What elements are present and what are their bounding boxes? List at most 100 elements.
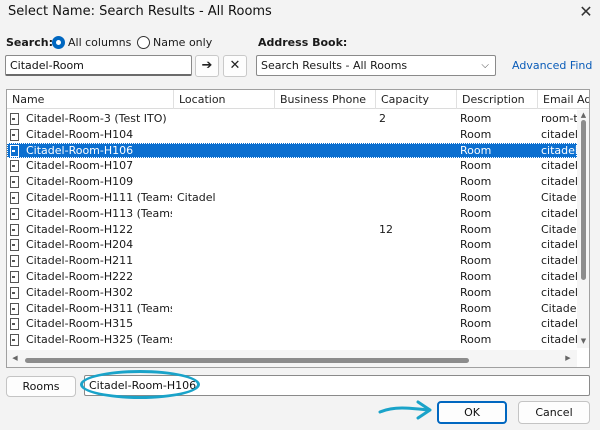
cell-email: citadel-r [541,175,577,189]
cell-name: Citadel-Room-H106 [26,143,134,157]
table-row[interactable]: Citadel-Room-H106 Room citadel-r [7,142,577,159]
cell-capacity: 2 [379,112,386,125]
radio-name-only-label[interactable]: Name only [153,36,212,49]
room-icon [10,176,19,189]
table-row[interactable]: Citadel-Room-H107 Room citadel-r [7,158,577,174]
window-title: Select Name: Search Results - All Rooms [8,4,272,19]
search-input[interactable] [5,55,192,76]
room-icon [10,128,19,141]
cell-name: Citadel-Room-3 (Test ITO) [26,112,167,125]
table-row[interactable]: Citadel-Room-H109 Room citadel-r [7,174,577,190]
cell-email: citadel-r [541,317,577,331]
cell-description: Room [460,269,492,283]
cell-location: Citadel [177,190,216,204]
room-icon [10,160,19,173]
search-label: Search: [6,36,53,49]
cell-name: Citadel-Room-H315 [26,317,134,331]
close-icon: ✕ [229,58,241,73]
cancel-button[interactable]: Cancel [518,401,590,424]
cell-email: room-te [541,112,577,125]
cell-email: citadel-r [541,269,577,283]
room-icon [10,270,19,283]
table-row[interactable]: Citadel-Room-H211 Room citadel-r [7,253,577,269]
radio-all-columns[interactable] [52,36,65,49]
table-row[interactable]: Citadel-Room-H122 12 Room Citadel-F [7,222,577,238]
room-icon [10,191,19,204]
cell-name: Citadel-Room-H109 [26,175,134,189]
table-row[interactable]: Citadel-Room-H113 (Teams... Room citadel-r [7,206,577,222]
cell-description: Room [460,333,492,347]
cell-description: Room [460,238,492,252]
cell-description: Room [460,175,492,189]
cell-email: citadel-r [541,206,577,220]
vertical-scroll-thumb[interactable] [581,120,586,280]
ok-button[interactable]: OK [437,401,507,424]
cell-description: Room [460,127,492,141]
cell-description: Room [460,301,492,315]
table-row[interactable]: Citadel-Room-H315 Room citadel-r [7,316,577,332]
room-icon [10,334,19,347]
close-icon[interactable]: ✕ [574,1,598,23]
address-book-label: Address Book: [258,36,348,49]
cell-name: Citadel-Room-H311 (Teams... [26,301,172,315]
room-icon [10,318,19,331]
column-header-name[interactable]: Name [7,90,174,109]
scroll-up-icon[interactable]: ▲ [578,110,589,120]
cell-email: Citadel-F [541,222,577,236]
address-book-select[interactable]: Search Results - All Rooms ⌵ [256,55,496,76]
table-row[interactable]: Citadel-Room-H104 Room citadel-r [7,127,577,143]
cell-email: Citadel-F [541,190,577,204]
table-row[interactable]: Citadel-Room-H111 (Teams... Citadel Room Ci… [7,190,577,206]
cell-email: citadel-r [541,127,577,141]
table-row[interactable]: Citadel-Room-3 (Test ITO) 2 Room room-te [7,111,577,127]
horizontal-scroll-thumb[interactable] [25,358,469,363]
column-header-business-phone[interactable]: Business Phone [275,90,376,109]
cell-email: citadel-r [541,143,577,157]
radio-all-columns-label[interactable]: All columns [68,36,131,49]
result-rows: Citadel-Room-3 (Test ITO)2Roomroom-teCit… [7,111,577,348]
advanced-find-link[interactable]: Advanced Find [512,59,592,72]
cell-capacity: 12 [379,222,393,236]
table-row[interactable]: Citadel-Room-H311 (Teams... Room Citadel-F [7,301,577,317]
cell-name: Citadel-Room-H111 (Teams... [26,190,172,204]
scroll-down-icon[interactable]: ▼ [578,336,589,346]
table-row[interactable]: Citadel-Room-H222 Room citadel-r [7,269,577,285]
cell-email: citadel-r [541,238,577,252]
results-list[interactable]: Name Location Business Phone Capacity De… [6,89,590,368]
scroll-left-icon[interactable]: ◀ [9,352,21,365]
title-bar: Select Name: Search Results - All Rooms … [0,0,600,26]
cell-name: Citadel-Room-H107 [26,159,134,173]
room-icon [10,286,19,299]
cell-name: Citadel-Room-H204 [26,238,134,252]
arrow-right-icon: ➔ [201,58,213,73]
go-arrow-button[interactable]: ➔ [195,55,219,77]
column-header-location[interactable]: Location [174,90,275,109]
table-row[interactable]: Citadel-Room-H204 Room citadel-r [7,237,577,253]
cell-description: Room [460,254,492,268]
cell-description: Room [460,159,492,173]
arrow-right-icon [378,400,432,420]
cell-description: Room [460,317,492,331]
cell-name: Citadel-Room-H113 (Teams... [26,206,172,220]
cell-email: citadel-r [541,254,577,268]
cell-description: Room [460,112,492,125]
cell-description: Room [460,222,492,236]
cell-description: Room [460,206,492,220]
table-row[interactable]: Citadel-Room-H325 (Teams... Room citadel-r [7,332,577,348]
cell-name: Citadel-Room-H222 [26,269,134,283]
radio-name-only[interactable] [137,36,150,49]
column-header-capacity[interactable]: Capacity [376,90,457,109]
column-header-row: Name Location Business Phone Capacity De… [7,90,589,109]
room-icon [10,302,19,315]
cell-name: Citadel-Room-H302 [26,285,134,299]
clear-search-button[interactable]: ✕ [223,55,247,77]
table-row[interactable]: Citadel-Room-H302 Room citadel-r [7,285,577,301]
room-icon [10,223,19,236]
cell-name: Citadel-Room-H325 (Teams... [26,333,172,347]
room-icon [10,113,19,125]
column-header-email[interactable]: Email Addr [538,90,589,109]
scroll-right-icon[interactable]: ▶ [562,352,574,365]
column-header-description[interactable]: Description [457,90,538,109]
rooms-button[interactable]: Rooms [6,376,76,397]
room-icon [10,239,19,252]
